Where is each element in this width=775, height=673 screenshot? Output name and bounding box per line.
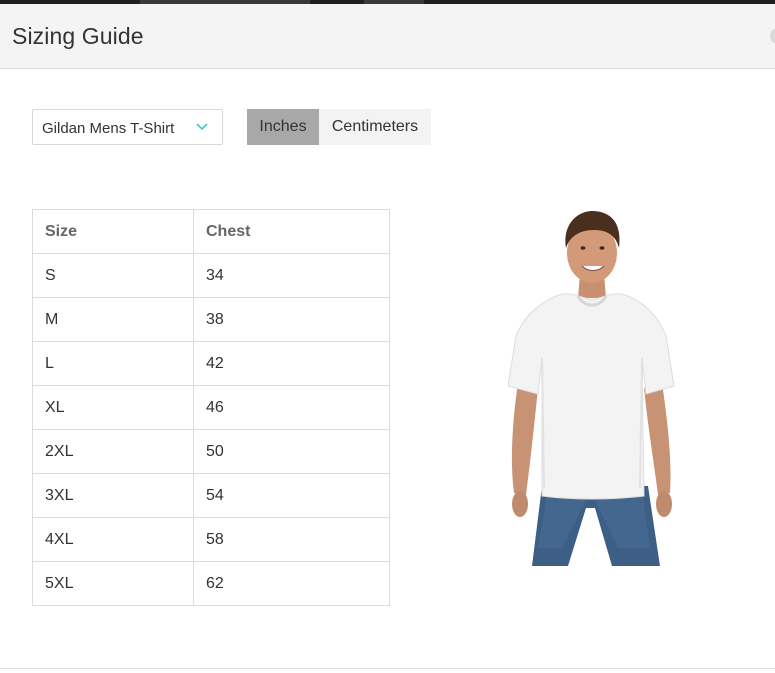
product-select[interactable]: Gildan Mens T-Shirt [32,109,223,145]
chest-cell: 54 [193,473,390,518]
close-icon[interactable] [770,28,775,44]
chest-cell: 50 [193,429,390,474]
table-row: 2XL 50 [32,429,390,474]
size-cell: 3XL [32,473,194,518]
size-table: Size Chest S 34 M 38 L 42 XL 46 2XL 50 3… [32,209,390,606]
table-row: M 38 [32,297,390,342]
unit-toggle: Inches Centimeters [247,109,431,145]
chest-cell: 34 [193,253,390,298]
size-cell: 5XL [32,561,194,606]
column-header-size: Size [32,209,194,254]
dialog-footer-divider [0,668,775,669]
chevron-down-icon [196,123,208,131]
size-cell: L [32,341,194,386]
unit-centimeters-button[interactable]: Centimeters [319,109,431,145]
table-row: 3XL 54 [32,473,390,518]
table-row: XL 46 [32,385,390,430]
size-cell: M [32,297,194,342]
column-header-chest: Chest [193,209,390,254]
chest-cell: 38 [193,297,390,342]
table-row: 4XL 58 [32,517,390,562]
chest-cell: 62 [193,561,390,606]
table-row: 5XL 62 [32,561,390,606]
table-row: S 34 [32,253,390,298]
product-select-value: Gildan Mens T-Shirt [42,120,175,137]
size-cell: 2XL [32,429,194,474]
model-photo [507,210,675,566]
unit-inches-button[interactable]: Inches [247,109,319,145]
dialog-title: Sizing Guide [12,23,144,49]
chest-cell: 42 [193,341,390,386]
size-cell: S [32,253,194,298]
chest-cell: 58 [193,517,390,562]
dialog-header: Sizing Guide [0,4,775,69]
size-cell: XL [32,385,194,430]
size-cell: 4XL [32,517,194,562]
chest-cell: 46 [193,385,390,430]
table-header-row: Size Chest [32,209,390,254]
table-row: L 42 [32,341,390,386]
